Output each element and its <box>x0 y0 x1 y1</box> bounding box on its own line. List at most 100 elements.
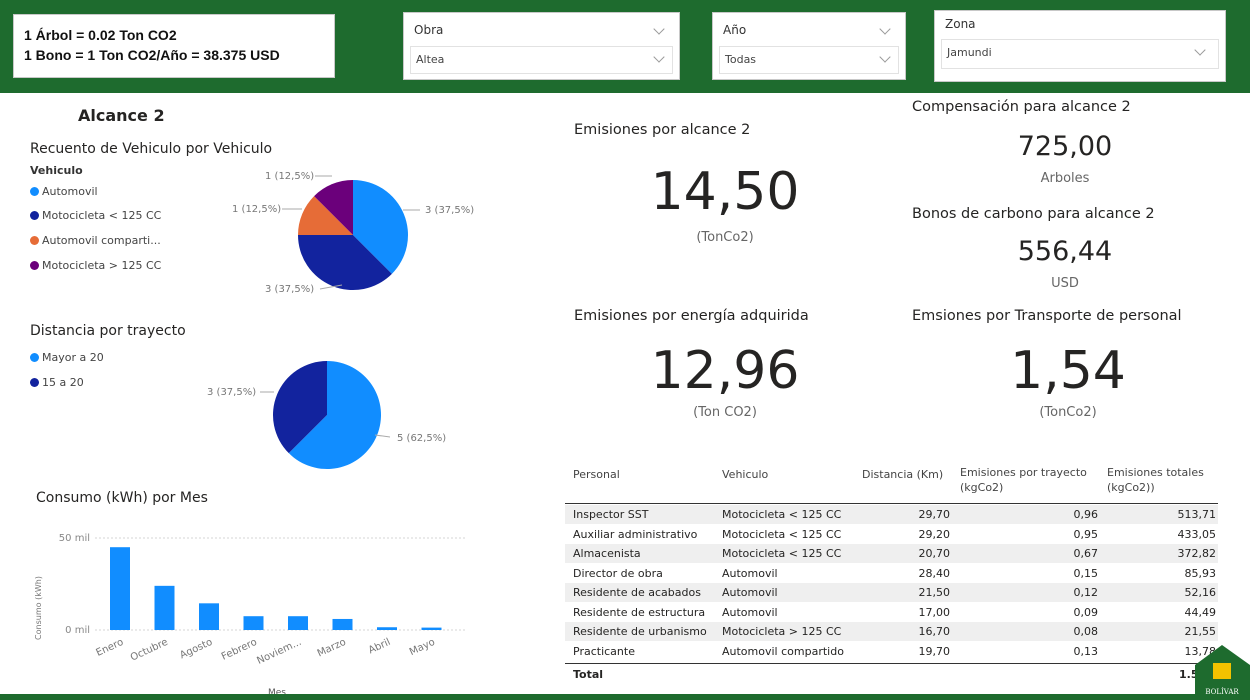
consumo-bar-chart[interactable]: Consumo (kWh) 50 mil 0 mil Enero Octubre A… <box>25 520 480 698</box>
vehiculo-pie-chart[interactable]: 3 (37,5%) 3 (37,5%) 1 (12,5%) 1 (12,5%) <box>220 160 510 310</box>
vehiculo-legend-item[interactable]: Automovil comparti... <box>30 234 161 247</box>
table-cell: 513,71 <box>1177 508 1217 521</box>
card-transporte-title: Emsiones por Transporte de personal <box>912 308 1182 324</box>
chevron-down-icon[interactable] <box>879 51 891 63</box>
table-cell: 19,70 <box>918 644 951 658</box>
table-row[interactable]: Almacenista Motocicleta < 125 CC 20,70 0,67… <box>565 544 1218 563</box>
table-cell: Motocicleta < 125 CC <box>722 508 842 521</box>
xtick-label: Mayo <box>408 637 437 658</box>
bar[interactable] <box>288 616 308 630</box>
chevron-down-icon[interactable] <box>653 23 665 35</box>
distancia-pie-slices[interactable] <box>273 361 381 469</box>
table-cell: 0,09 <box>1073 605 1099 619</box>
consumo-xticks: Enero Octubre Agosto FebreroNoviem... Marzo A… <box>94 637 436 667</box>
table-cell: 52,16 <box>1184 586 1217 599</box>
table-row[interactable]: Practicante Automovil compartido 19,70 0,13… <box>565 641 1218 661</box>
card-energia-unit: (Ton CO2) <box>693 405 757 420</box>
conversion-bond-text: 1 Bono = 1 Ton CO2/Año = 38.375 USD <box>24 47 280 63</box>
table-cell: 0,08 <box>1073 625 1099 638</box>
table-cell: Motocicleta < 125 CC <box>722 527 842 541</box>
distancia-slice-label: 3 (37,5%) <box>207 387 256 398</box>
legend-dot-icon <box>30 236 39 245</box>
card-bonos-unit: USD <box>1051 276 1079 291</box>
column-header[interactable]: Emisiones por trayecto (kgCo2) <box>960 465 1100 495</box>
distancia-legend-item[interactable]: 15 a 20 <box>30 376 84 389</box>
vehiculo-legend-item[interactable]: Motocicleta > 125 CC <box>30 259 161 272</box>
consumo-chart-title: Consumo (kWh) por Mes <box>36 490 208 506</box>
table-row[interactable]: Residente de estructura Automovil 17,00 0,0… <box>565 602 1218 622</box>
conversion-tree-text: 1 Árbol = 0.02 Ton CO2 <box>24 27 177 43</box>
bar[interactable] <box>199 603 219 630</box>
table-cell: 0,15 <box>1073 566 1099 580</box>
table-cell: 17,00 <box>918 605 951 619</box>
vehiculo-slice-label: 3 (37,5%) <box>425 205 474 216</box>
table-row[interactable]: Residente de acabados Automovil 21,50 0,12 5… <box>565 583 1218 602</box>
chevron-down-icon[interactable] <box>879 23 891 35</box>
slicer-obra-dropdown[interactable]: Altea <box>410 46 673 74</box>
slicer-obra[interactable]: Obra Altea <box>403 12 680 80</box>
consumo-ylabel: Consumo (kWh) <box>34 576 43 640</box>
table-cell: 44,49 <box>1184 605 1217 619</box>
legend-label: 15 a 20 <box>42 376 84 389</box>
legend-label: Automovil <box>42 185 98 198</box>
slicer-anio[interactable]: Año Todas <box>712 12 906 80</box>
xtick-label: Noviem... <box>255 637 303 667</box>
column-header[interactable]: Personal <box>573 467 620 482</box>
legend-dot-icon <box>30 378 39 387</box>
table-cell: Practicante <box>573 644 635 658</box>
legend-label: Automovil comparti... <box>42 234 161 247</box>
table-cell: 29,70 <box>918 508 951 521</box>
table-row[interactable]: Auxiliar administrativo Motocicleta < 125… <box>565 524 1218 544</box>
table-cell: Inspector SST <box>573 508 649 521</box>
vehiculo-legend-item[interactable]: Motocicleta < 125 CC <box>30 209 161 222</box>
bar[interactable] <box>332 618 353 630</box>
footer-bar <box>0 694 1250 700</box>
legend-dot-icon <box>30 353 39 362</box>
column-header[interactable]: Emisiones totales (kgCo2)) <box>1107 465 1217 495</box>
distancia-pie-chart[interactable]: 5 (62,5%) 3 (37,5%) <box>200 355 460 475</box>
table-row[interactable]: Residente de urbanismo Motocicleta > 125 … <box>565 622 1218 641</box>
column-header[interactable]: Distancia (Km) <box>862 467 943 482</box>
table-cell: 433,05 <box>1177 527 1217 541</box>
table-row[interactable]: Director de obra Automovil 28,40 0,15 85,93 <box>565 563 1218 583</box>
column-header[interactable]: Vehiculo <box>722 467 768 482</box>
card-alcance-value: 14,50 <box>650 162 800 222</box>
table-cell: Residente de acabados <box>573 586 701 599</box>
distancia-legend-item[interactable]: Mayor a 20 <box>30 351 104 364</box>
vehiculo-legend-item[interactable]: Automovil <box>30 185 98 198</box>
table-row[interactable]: Inspector SST Motocicleta < 125 CC 29,70 0,… <box>565 505 1218 524</box>
chevron-down-icon[interactable] <box>653 51 665 63</box>
vehiculo-slice-label: 1 (12,5%) <box>265 171 314 182</box>
chevron-down-icon[interactable] <box>1194 44 1206 56</box>
legend-label: Motocicleta < 125 CC <box>42 209 162 222</box>
bar[interactable] <box>110 547 130 630</box>
table-cell: Auxiliar administrativo <box>573 527 698 541</box>
xtick-label: Octubre <box>129 637 170 664</box>
table-cell: Director de obra <box>573 566 663 580</box>
xtick-label: Enero <box>94 637 125 659</box>
vehiculo-legend-title: Vehiculo <box>30 164 83 177</box>
leader-line <box>374 434 391 438</box>
table-cell: Automovil compartido <box>722 644 844 658</box>
card-alcance-unit: (TonCo2) <box>696 230 754 245</box>
bar[interactable] <box>154 585 175 630</box>
slicer-zona-value: Jamundi <box>947 46 992 59</box>
distancia-slice-label: 5 (62,5%) <box>397 433 446 444</box>
slicer-anio-dropdown[interactable]: Todas <box>719 46 899 74</box>
table-cell: 0,12 <box>1073 586 1099 599</box>
table-cell: 0,95 <box>1073 527 1099 541</box>
xtick-label: Agosto <box>178 637 214 662</box>
consumo-bars[interactable] <box>110 547 442 630</box>
vehiculo-slice-label: 1 (12,5%) <box>232 204 281 215</box>
slicer-zona[interactable]: Zona Jamundi <box>934 10 1226 82</box>
distancia-chart-title: Distancia por trayecto <box>30 323 186 339</box>
section-title: Alcance 2 <box>78 106 165 125</box>
xtick-label: Abril <box>367 637 392 657</box>
bar[interactable] <box>377 627 397 630</box>
bar[interactable] <box>243 616 264 630</box>
slicer-zona-dropdown[interactable]: Jamundi <box>941 39 1219 69</box>
bar[interactable] <box>421 627 442 630</box>
xtick-label: Marzo <box>316 637 348 660</box>
ytick-label: 0 mil <box>65 625 90 636</box>
vehiculo-pie-slices[interactable] <box>298 180 408 290</box>
